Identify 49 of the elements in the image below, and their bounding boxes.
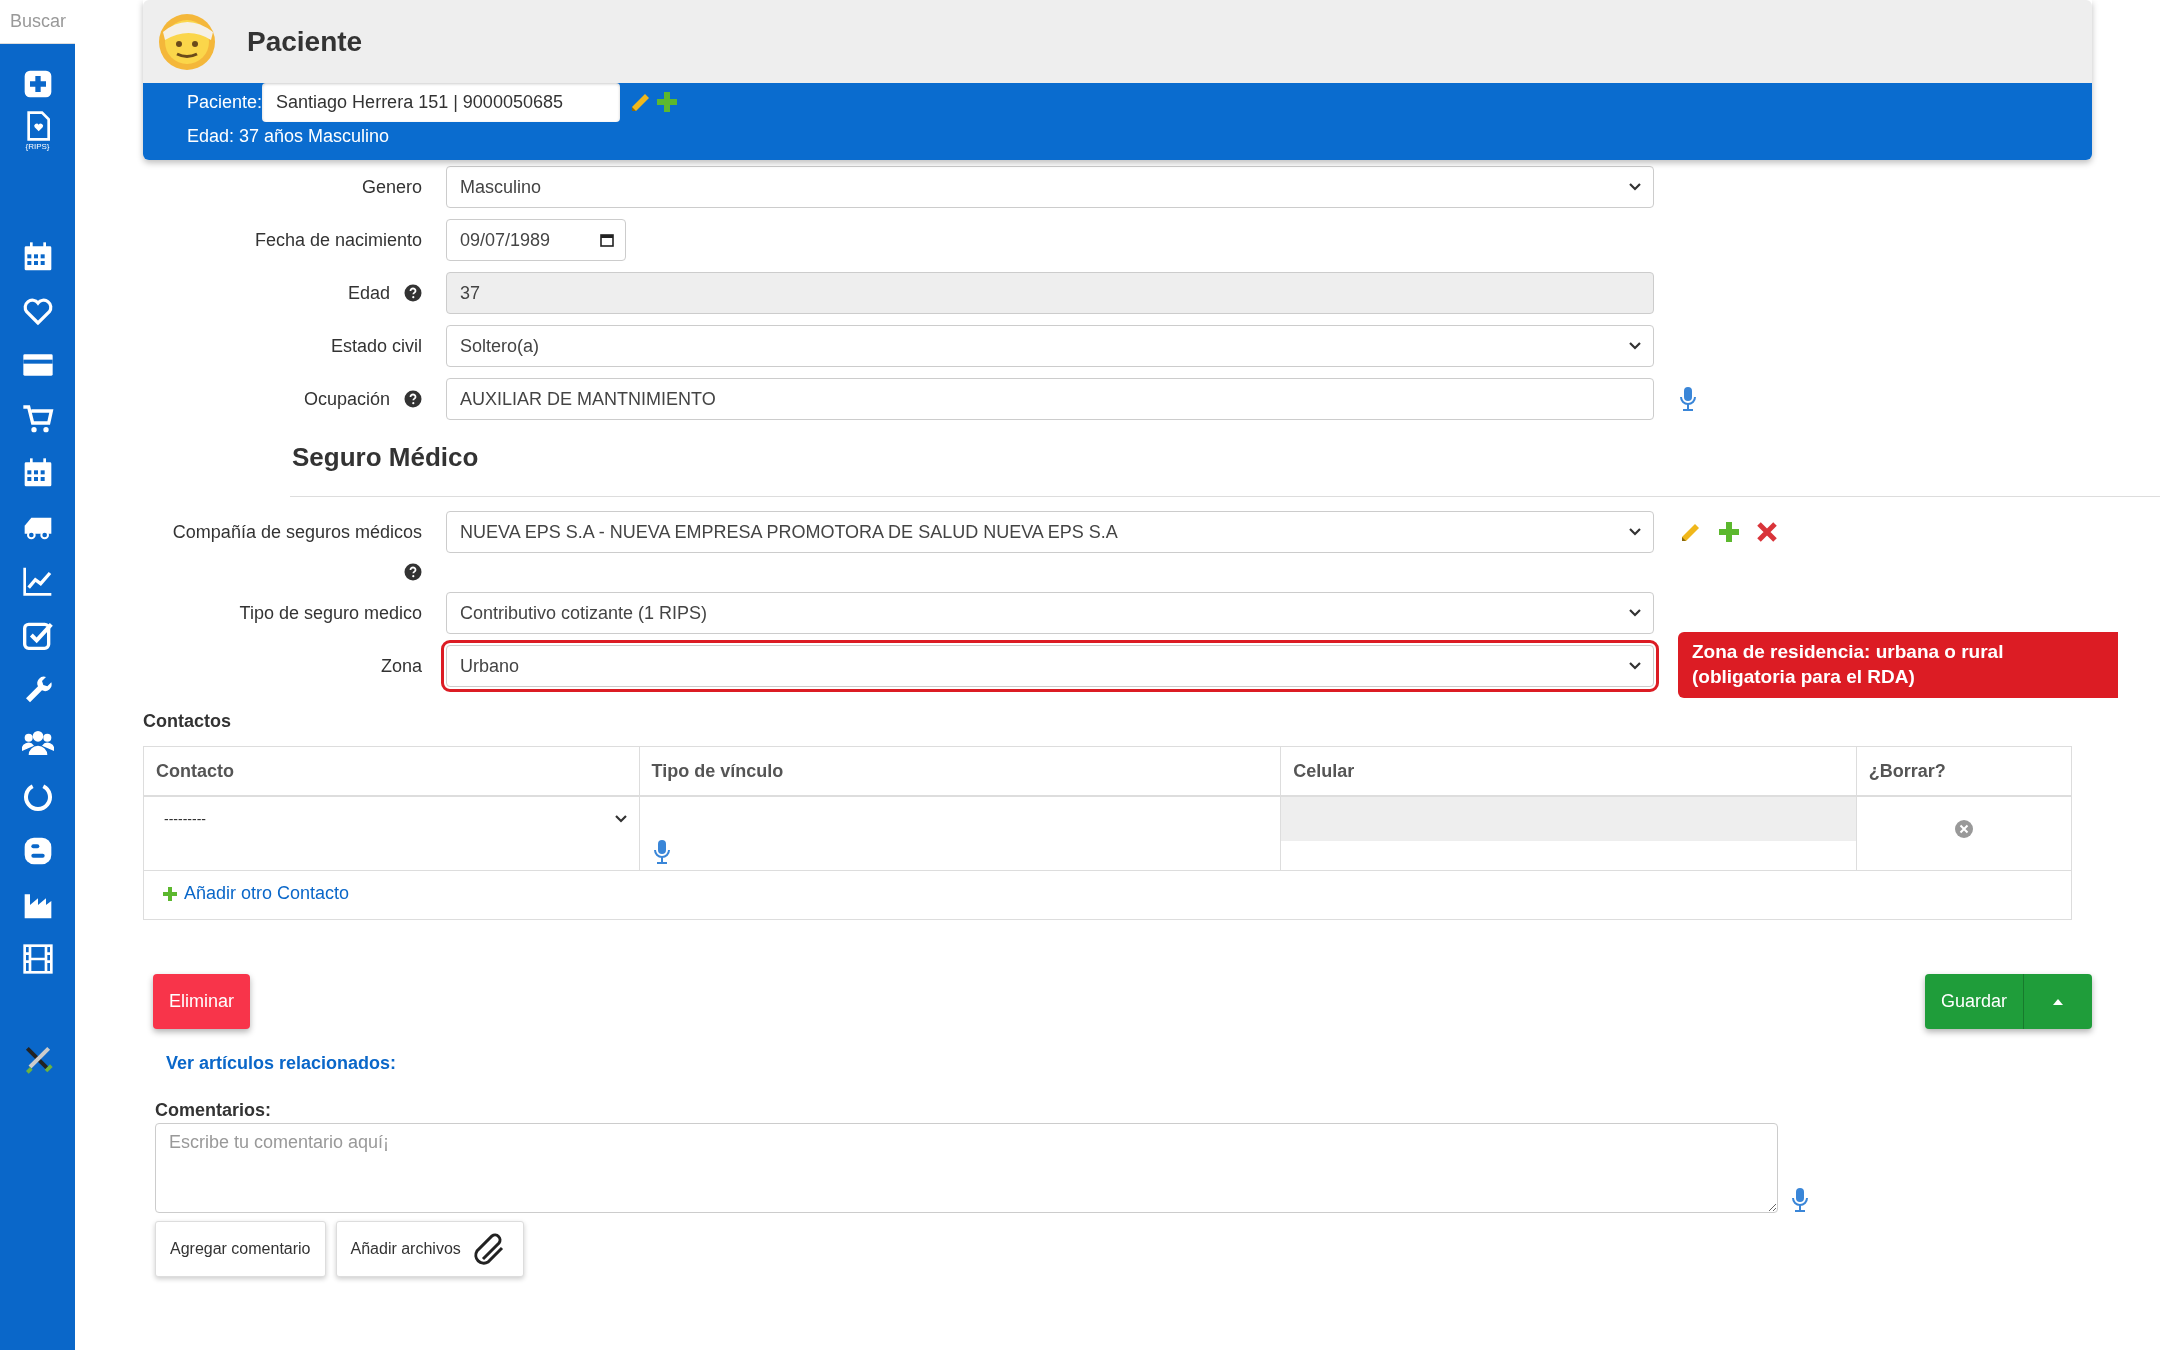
microphone-icon[interactable] <box>1790 1187 1810 1213</box>
patient-field[interactable]: Santiago Herrera 151 | 9000050685 <box>262 82 621 122</box>
column-header: Tipo de vínculo <box>639 746 1281 796</box>
save-button[interactable]: Guardar <box>1924 974 2092 1029</box>
add-contact-link[interactable]: Añadir otro Contacto <box>162 883 350 905</box>
help-icon[interactable] <box>404 284 422 302</box>
input-field: 37 <box>446 272 1654 314</box>
field-label: Genero <box>361 176 422 198</box>
select-field[interactable]: Masculino <box>446 166 1654 208</box>
chart-icon[interactable] <box>21 565 54 597</box>
field-label: Estado civil <box>330 335 422 357</box>
select-field[interactable]: NUEVA EPS S.A - NUEVA EMPRESA PROMOTORA DE SALUD NUEVA EPS S.A <box>446 511 1654 553</box>
delete-button[interactable]: Eliminar <box>153 974 250 1029</box>
calendar-icon[interactable] <box>599 232 615 248</box>
column-header: ¿Borrar? <box>1856 746 2072 796</box>
help-icon[interactable] <box>404 390 422 408</box>
page-title: Paciente <box>247 25 363 58</box>
select-field[interactable]: Contributivo cotizante (1 RIPS) <box>446 592 1654 634</box>
comments-label: Comentarios: <box>155 1100 272 1121</box>
add-comment-button[interactable]: Agregar comentario <box>155 1221 326 1277</box>
date-field[interactable]: 09/07/1989 <box>446 219 626 261</box>
close-icon[interactable] <box>1953 819 1974 839</box>
field-label: Zona <box>380 655 422 677</box>
microphone-icon[interactable] <box>1678 386 1698 412</box>
input-field[interactable]: AUXILIAR DE MANTNIMIENTO <box>446 378 1654 420</box>
film-icon[interactable] <box>21 943 54 975</box>
search-field[interactable]: Buscar <box>0 0 75 44</box>
column-header: Contacto <box>143 746 639 796</box>
patient-summary: Edad: 37 años Masculino <box>187 125 391 147</box>
field-label: Tipo de seguro medico <box>239 602 422 624</box>
attach-files-button[interactable]: Añadir archivos <box>335 1221 524 1277</box>
error-tooltip: Zona de residencia: urbana o rural (obligatoria para el RDA) <box>1678 632 2118 698</box>
field-label: Ocupación <box>303 388 390 410</box>
section-heading: Seguro Médico <box>292 442 480 474</box>
microphone-icon[interactable] <box>651 839 672 865</box>
field-label: Fecha de nacimiento <box>254 229 422 251</box>
caret-icon <box>2053 998 2063 1005</box>
patient-label: Paciente: <box>187 91 263 113</box>
select-field[interactable]: Soltero(a) <box>446 325 1654 367</box>
bandaged-face-icon <box>157 11 217 72</box>
field-label: Edad <box>347 282 390 304</box>
input-field[interactable] <box>1281 797 1856 841</box>
comment-field[interactable]: Escribe tu comentario aquí¡ <box>155 1123 1778 1213</box>
plus-icon <box>162 885 178 902</box>
help-icon[interactable] <box>404 563 422 581</box>
field-label: Compañía de seguros médicos <box>172 521 422 544</box>
section-heading: Contactos <box>143 711 232 732</box>
cart-icon[interactable] <box>21 403 54 435</box>
related-articles-link[interactable]: Ver artículos relacionados: <box>166 1053 2160 1074</box>
